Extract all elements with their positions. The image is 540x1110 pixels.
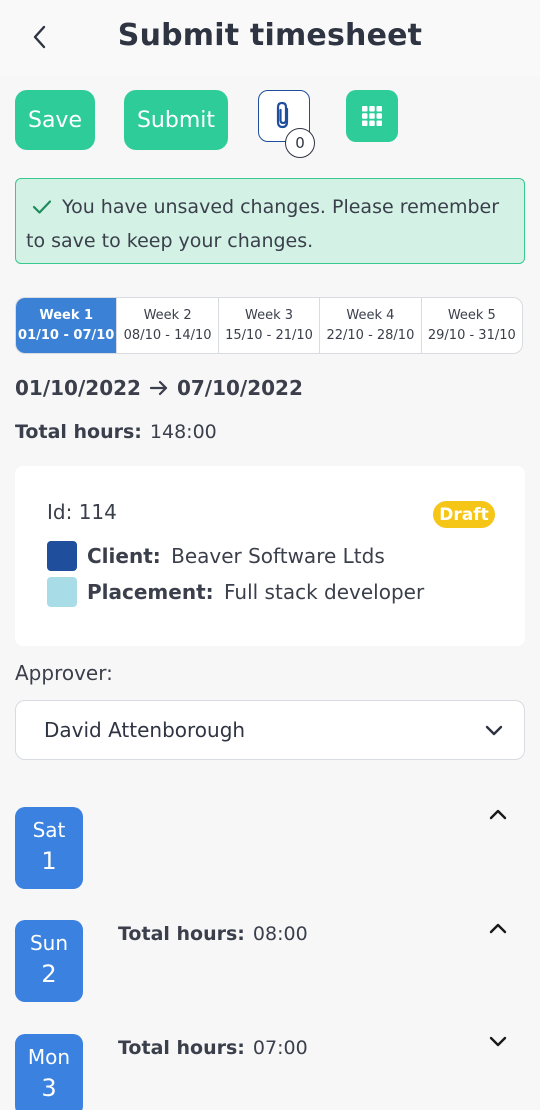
period-range: 01/10/2022 07/10/2022 [15, 376, 303, 400]
day-number: 2 [41, 960, 57, 988]
period-start: 01/10/2022 [15, 376, 141, 400]
day-badge-sat[interactable]: Sat 1 [15, 807, 83, 889]
week-tabs: Week 1 01/10 - 07/10 Week 2 08/10 - 14/1… [15, 297, 523, 354]
unsaved-changes-alert: You have unsaved changes. Please remembe… [15, 178, 525, 264]
approver-value: David Attenborough [44, 718, 246, 742]
day-collapse-toggle-sat[interactable] [485, 804, 511, 824]
timesheet-id: Id: 114 [47, 500, 117, 524]
status-badge: Draft [433, 501, 495, 528]
tab-week-3[interactable]: Week 3 15/10 - 21/10 [217, 298, 319, 353]
week-range: 22/10 - 28/10 [326, 327, 415, 343]
day-badge-sun[interactable]: Sun 2 [15, 920, 83, 1002]
checkmark-icon [32, 193, 54, 225]
submit-button[interactable]: Submit [124, 90, 228, 150]
tab-week-2[interactable]: Week 2 08/10 - 14/10 [116, 298, 217, 353]
app-header: Submit timesheet [0, 0, 540, 76]
day-hours-label: Total hours: [118, 923, 245, 945]
day-hours-value: 07:00 [252, 1037, 308, 1059]
day-number: 1 [41, 847, 57, 875]
week-label: Week 4 [346, 307, 395, 323]
total-hours-value: 148:00 [149, 421, 217, 443]
day-collapse-toggle-sun[interactable] [485, 918, 511, 938]
day-total-hours-mon: Total hours: 07:00 [118, 1037, 308, 1059]
total-hours: Total hours: 148:00 [15, 421, 217, 443]
placement-color-swatch [47, 577, 77, 607]
week-label: Week 2 [143, 307, 192, 323]
chevron-up-icon [489, 923, 507, 934]
week-range: 08/10 - 14/10 [123, 327, 212, 343]
client-color-swatch [47, 541, 77, 571]
attachments-count-badge: 0 [285, 128, 315, 158]
tab-week-5[interactable]: Week 5 29/10 - 31/10 [420, 298, 522, 353]
approver-label: Approver: [15, 661, 113, 685]
timesheet-card: Id: 114 Draft Client: Beaver Software Lt… [15, 466, 525, 646]
approver-select[interactable]: David Attenborough [15, 700, 525, 760]
day-name: Mon [27, 1045, 71, 1069]
placement-row: Placement: Full stack developer [87, 580, 424, 604]
alert-message: You have unsaved changes. Please remembe… [26, 196, 500, 252]
arrow-right-icon [149, 380, 169, 396]
total-hours-label: Total hours: [15, 421, 142, 443]
client-value: Beaver Software Ltds [171, 544, 385, 568]
week-range: 29/10 - 31/10 [427, 327, 516, 343]
grid-view-button[interactable] [346, 90, 398, 142]
placement-label: Placement: [87, 580, 214, 604]
day-name: Sun [29, 931, 69, 955]
period-end: 07/10/2022 [176, 376, 303, 400]
save-button[interactable]: Save [15, 90, 95, 150]
day-hours-value: 08:00 [252, 923, 308, 945]
day-badge-mon[interactable]: Mon 3 [15, 1034, 83, 1110]
chevron-up-icon [489, 809, 507, 820]
client-label: Client: [87, 544, 161, 568]
day-hours-label: Total hours: [118, 1037, 245, 1059]
day-total-hours-sun: Total hours: 08:00 [118, 923, 308, 945]
tab-week-1[interactable]: Week 1 01/10 - 07/10 [16, 298, 117, 353]
week-label: Week 1 [39, 307, 94, 323]
week-range: 15/10 - 21/10 [225, 327, 313, 343]
chevron-down-icon [489, 1036, 507, 1047]
week-label: Week 3 [245, 307, 294, 323]
paperclip-icon [276, 101, 289, 129]
chevron-down-icon [484, 719, 504, 743]
day-number: 3 [41, 1074, 57, 1102]
placement-value: Full stack developer [224, 580, 425, 604]
tab-week-4[interactable]: Week 4 22/10 - 28/10 [319, 298, 420, 353]
page-title: Submit timesheet [117, 18, 423, 53]
week-label: Week 5 [447, 307, 496, 323]
day-name: Sat [32, 818, 66, 842]
grid-icon [362, 106, 382, 126]
day-expand-toggle-mon[interactable] [485, 1032, 511, 1052]
week-range: 01/10 - 07/10 [18, 327, 115, 343]
client-row: Client: Beaver Software Ltds [87, 544, 385, 568]
